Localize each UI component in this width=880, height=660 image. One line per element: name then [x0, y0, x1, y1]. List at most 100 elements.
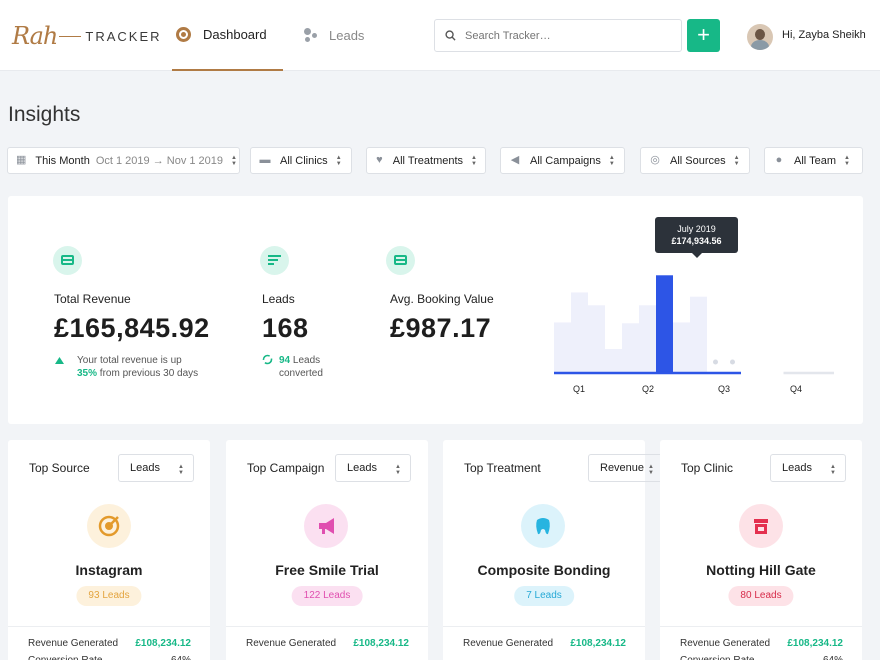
card-row-value: £108,234.12: [570, 638, 626, 649]
store-icon: [739, 504, 783, 548]
card-row-value: £108,234.12: [353, 638, 409, 649]
card-row-value: £108,234.12: [135, 638, 191, 649]
search-input[interactable]: [465, 29, 665, 42]
chart-bar[interactable]: [588, 305, 605, 373]
card-select-value: Leads: [347, 462, 377, 474]
user-greeting[interactable]: Hi, Zayba Sheikh: [782, 29, 866, 41]
card-row-label: Revenue Generated: [680, 638, 771, 649]
target-icon: [87, 504, 131, 548]
chart-x-tick-label: Q3: [718, 384, 730, 394]
chevron-updown-icon: ▲ ▼: [178, 464, 184, 476]
card-item-name: Free Smile Trial: [275, 562, 379, 578]
leads-label: Leads: [262, 292, 295, 306]
megaphone-icon: [304, 504, 348, 548]
card-select-value: Leads: [130, 462, 160, 474]
clinics-filter[interactable]: ▬ All Clinics ▲ ▼: [250, 147, 352, 174]
logo-script: Rah: [12, 22, 58, 50]
tooth-icon: ♥: [376, 154, 383, 166]
card-title: Top Source: [29, 461, 90, 475]
revenue-note-pct: 35%: [77, 368, 98, 379]
sources-filter[interactable]: ◎ All Sources ▲ ▼: [640, 147, 750, 174]
card-row-label: Revenue Generated: [28, 638, 119, 649]
booking-value: £987.17: [390, 313, 492, 343]
leads-value: 168: [262, 313, 309, 343]
divider: [226, 626, 428, 627]
chevron-updown-icon: ▲ ▼: [830, 464, 836, 476]
add-button[interactable]: +: [687, 19, 720, 52]
card-item-name: Composite Bonding: [477, 562, 611, 578]
page-title: Insights: [8, 103, 81, 126]
chart-x-tick-label: Q1: [573, 384, 585, 394]
trend-up-icon: [55, 357, 64, 364]
card-row-label: Conversion Rate: [28, 655, 102, 660]
refresh-icon: [262, 354, 273, 365]
card-metric-select[interactable]: Leads ▲ ▼: [118, 454, 194, 482]
leads-converted-count: 94: [279, 355, 291, 366]
card-stat-row: Revenue Generated £108,234.12: [680, 638, 843, 649]
card-stat-row: Revenue Generated £108,234.12: [246, 638, 409, 649]
leads-converted-text: Leads: [292, 355, 321, 366]
nav-dashboard-label: Dashboard: [203, 27, 267, 42]
date-range-filter[interactable]: ▦ This Month Oct 1 2019 → Nov 1 2019 ▲ ▼: [7, 147, 240, 174]
top-bar: Rah TRACKER Dashboard Leads + Hi, Zayba …: [0, 0, 880, 71]
card-metric-select[interactable]: Leads ▲ ▼: [335, 454, 411, 482]
card-title: Top Treatment: [464, 461, 541, 475]
list-icon: [260, 246, 289, 275]
chart-bar[interactable]: [571, 292, 588, 373]
card-item-name: Notting Hill Gate: [706, 562, 816, 578]
chart-x-tick-label: Q4: [790, 384, 802, 394]
megaphone-icon: ◀: [510, 154, 520, 166]
nav-leads[interactable]: Leads: [302, 0, 364, 71]
chevron-updown-icon: ▲ ▼: [471, 154, 477, 167]
team-filter-label: All Team: [794, 154, 836, 167]
clinic-icon: ▬: [259, 154, 271, 166]
logo[interactable]: Rah TRACKER: [12, 22, 162, 50]
card-metric-select[interactable]: Revenue ▲ ▼: [588, 454, 664, 482]
avatar[interactable]: [747, 24, 773, 50]
chart-bar[interactable]: [690, 296, 707, 373]
divider: [660, 626, 862, 627]
target-icon: ◎: [650, 154, 660, 166]
chevron-updown-icon: ▲ ▼: [335, 154, 342, 167]
revenue-value: £165,845.92: [54, 313, 210, 343]
revenue-note-line1: Your total revenue is up: [77, 355, 182, 366]
date-filter-label: This Month: [35, 154, 90, 167]
chart-bar[interactable]: [656, 275, 673, 373]
card-stat-row: Conversion Rate 64%: [28, 655, 191, 660]
card-row-label: Revenue Generated: [246, 638, 337, 649]
card-row-value: 64%: [171, 655, 191, 660]
card-badge: 80 Leads: [728, 586, 794, 606]
tooth-icon: [521, 504, 565, 548]
chart-bar[interactable]: [554, 322, 571, 373]
summary-card: Top Campaign Leads ▲ ▼ Free Smile Trial 1…: [226, 440, 428, 660]
card-row-label: Conversion Rate: [680, 655, 754, 660]
card-badge: 93 Leads: [76, 586, 142, 606]
booking-label: Avg. Booking Value: [390, 292, 494, 306]
card-badge: 122 Leads: [291, 586, 363, 606]
chart-bar[interactable]: [639, 305, 656, 373]
divider: [443, 626, 645, 627]
logo-text: TRACKER: [85, 28, 162, 44]
nav-dashboard[interactable]: Dashboard: [172, 0, 283, 71]
chart-bar[interactable]: [622, 323, 639, 373]
revenue-note-line2: from previous 30 days: [99, 368, 199, 379]
summary-card: Top Source Leads ▲ ▼ Instagram 93 Leads R…: [8, 440, 210, 660]
chart-tooltip: July 2019 £174,934.56: [655, 217, 738, 258]
chart-bar[interactable]: [605, 349, 622, 373]
tooltip-title: July 2019: [677, 224, 716, 234]
campaigns-filter[interactable]: ◀ All Campaigns ▲ ▼: [500, 147, 625, 174]
leads-icon: [302, 28, 317, 43]
card-row-value: 64%: [823, 655, 843, 660]
clinics-filter-label: All Clinics: [280, 154, 328, 167]
logo-divider: [59, 35, 82, 37]
team-filter[interactable]: ● All Team ▲ ▼: [764, 147, 863, 174]
treatments-filter[interactable]: ♥ All Treatments ▲ ▼: [366, 147, 486, 174]
card-select-value: Revenue: [600, 462, 645, 474]
nav-leads-label: Leads: [329, 28, 365, 43]
chart-placeholder-dot: [713, 359, 718, 365]
dashboard-icon: [176, 27, 191, 42]
card-metric-select[interactable]: Leads ▲ ▼: [770, 454, 846, 482]
treatments-filter-label: All Treatments: [392, 154, 464, 167]
chevron-updown-icon: ▲ ▼: [231, 154, 237, 167]
chart-bar[interactable]: [673, 322, 690, 373]
